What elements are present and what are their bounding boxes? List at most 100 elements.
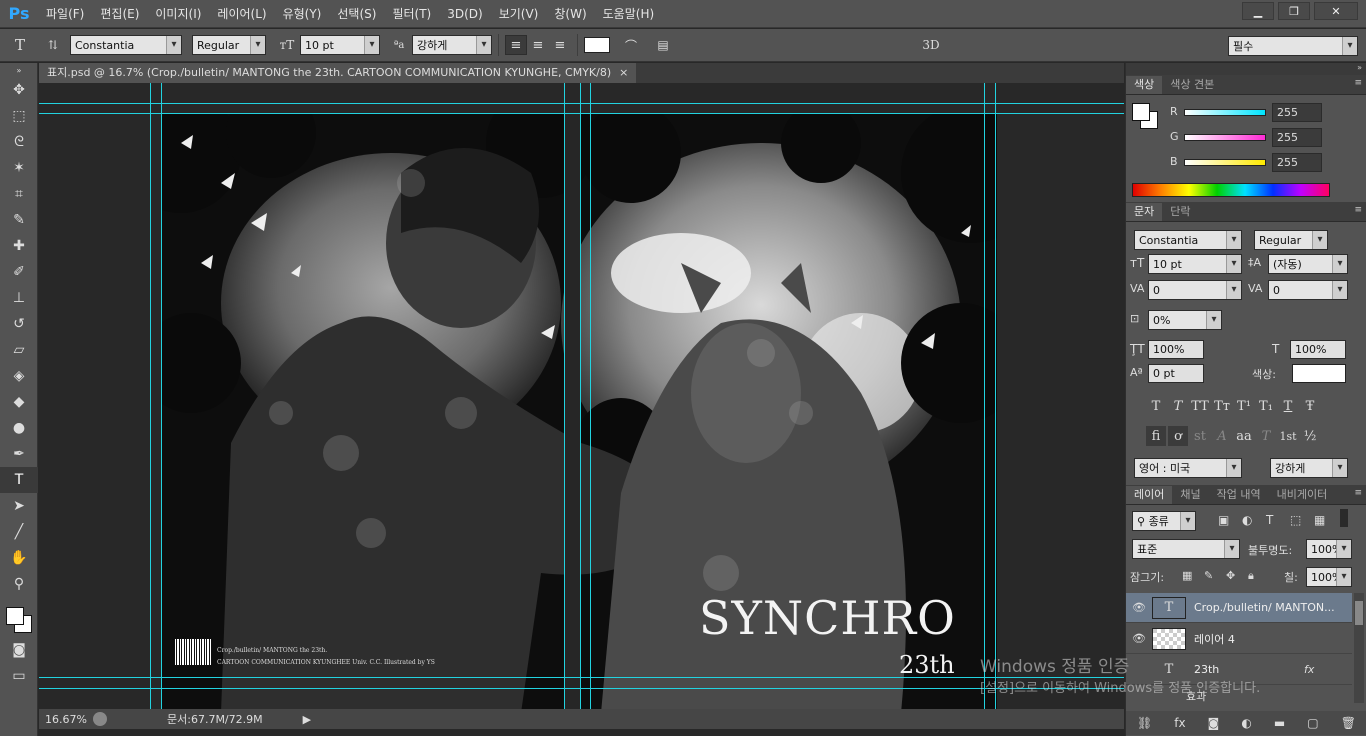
char-anti-alias-select[interactable]: 강하게	[1270, 458, 1348, 478]
layers-scrollbar[interactable]	[1354, 593, 1364, 703]
character-panel-icon[interactable]: ▤	[650, 32, 676, 58]
crop-tool-icon[interactable]: ⌗	[0, 181, 38, 207]
all-caps-button[interactable]: TT	[1190, 396, 1210, 416]
foreground-color[interactable]	[6, 607, 24, 625]
eye-icon[interactable]: 👁︎	[1126, 632, 1152, 645]
new-group-icon[interactable]: ▬	[1274, 716, 1285, 730]
eye-icon[interactable]: 👁︎	[1126, 601, 1152, 614]
tab-channels[interactable]: 채널	[1172, 486, 1208, 504]
filter-pixel-icon[interactable]: ▣	[1218, 513, 1229, 527]
small-caps-button[interactable]: Tт	[1212, 396, 1232, 416]
discretionary-ligatures-button[interactable]: ơ	[1168, 426, 1188, 446]
layer-name[interactable]: Crop./bulletin/ MANTON...	[1194, 601, 1344, 614]
line-tool-icon[interactable]: ╱	[0, 519, 38, 545]
menu-filter[interactable]: 필터(T)	[384, 0, 439, 28]
adjustment-layer-icon[interactable]: ◐	[1241, 716, 1251, 730]
dock-collapse-icon[interactable]: »	[1357, 63, 1362, 72]
filter-type-icon[interactable]: T	[1266, 513, 1273, 527]
align-center-button[interactable]: ≡	[527, 35, 549, 55]
dodge-tool-icon[interactable]: ●	[0, 415, 38, 441]
char-size-select[interactable]: 10 pt	[1148, 254, 1242, 274]
layer-row[interactable]: 👁︎ 레이어 4	[1126, 624, 1352, 654]
anti-alias-select[interactable]: 강하게	[412, 35, 492, 55]
font-size-select[interactable]: 10 pt	[300, 35, 380, 55]
layer-mask-icon[interactable]: ◙	[1208, 716, 1220, 730]
new-layer-icon[interactable]: ▢	[1307, 716, 1318, 730]
language-select[interactable]: 영어 : 미국	[1134, 458, 1242, 478]
menu-select[interactable]: 선택(S)	[329, 0, 384, 28]
fractions-button[interactable]: ½	[1300, 426, 1320, 446]
color-spectrum-bar[interactable]	[1132, 183, 1330, 197]
channel-r-value[interactable]: 255	[1272, 103, 1322, 122]
filter-adjustment-icon[interactable]: ◐	[1242, 513, 1252, 527]
panel-menu-icon[interactable]: ≡	[1354, 205, 1362, 215]
screen-mode-icon[interactable]: ▭	[0, 663, 38, 689]
eyedropper-tool-icon[interactable]: ✎	[0, 207, 38, 233]
filter-toggle[interactable]	[1340, 509, 1348, 527]
move-tool-icon[interactable]: ✥	[0, 77, 38, 103]
fill-select[interactable]: 100%	[1306, 567, 1352, 587]
superscript-button[interactable]: T¹	[1234, 396, 1254, 416]
menu-window[interactable]: 창(W)	[546, 0, 594, 28]
layer-name[interactable]: 레이어 4	[1194, 631, 1344, 647]
text-orientation-icon[interactable]: ⇅	[40, 32, 66, 58]
link-layers-icon[interactable]: ⛓︎	[1137, 716, 1152, 730]
faux-italic-button[interactable]: T	[1168, 396, 1188, 416]
menu-edit[interactable]: 편집(E)	[92, 0, 147, 28]
font-style-select[interactable]: Regular	[192, 35, 266, 55]
scrollbar-thumb[interactable]	[1355, 601, 1363, 625]
layer-filter-select[interactable]: ⚲ 종류	[1132, 511, 1196, 531]
lock-transparency-icon[interactable]: ▦	[1182, 569, 1192, 582]
warp-text-icon[interactable]: ⌒	[618, 32, 644, 58]
strikethrough-button[interactable]: Ŧ	[1300, 396, 1320, 416]
collapse-tools-icon[interactable]: »	[0, 63, 38, 77]
brush-tool-icon[interactable]: ✐	[0, 259, 38, 285]
menu-layer[interactable]: 레이어(L)	[209, 0, 274, 28]
stylistic-alternates-button[interactable]: A	[1212, 426, 1232, 446]
color-swatches[interactable]	[0, 597, 38, 637]
channel-b-slider[interactable]	[1184, 159, 1266, 166]
tab-character[interactable]: 문자	[1126, 203, 1163, 221]
pen-tool-icon[interactable]: ✒	[0, 441, 38, 467]
tab-history[interactable]: 작업 내역	[1209, 486, 1269, 504]
lock-position-icon[interactable]: ✥	[1226, 569, 1235, 582]
char-vscale-field[interactable]: 100%	[1148, 340, 1204, 359]
tab-layers[interactable]: 레이어	[1126, 486, 1173, 504]
char-font-style-select[interactable]: Regular	[1254, 230, 1328, 250]
tab-swatches[interactable]: 색상 견본	[1162, 76, 1222, 94]
char-tracking-select[interactable]: 0	[1268, 280, 1348, 300]
swash-button[interactable]: st	[1190, 426, 1210, 446]
cover-edition[interactable]: 23th	[899, 651, 955, 679]
lasso-tool-icon[interactable]: ᘓ	[0, 129, 38, 155]
layer-row[interactable]: 👁︎ T Crop./bulletin/ MANTON...	[1126, 593, 1352, 623]
menu-image[interactable]: 이미지(I)	[147, 0, 209, 28]
paint-bucket-tool-icon[interactable]: ◈	[0, 363, 38, 389]
char-hscale-field[interactable]: 100%	[1290, 340, 1346, 359]
ornaments-button[interactable]: T	[1256, 426, 1276, 446]
hand-tool-icon[interactable]: ✋	[0, 545, 38, 571]
titling-alternates-button[interactable]: aa	[1234, 426, 1254, 446]
status-arrow-icon[interactable]: ▶	[303, 713, 311, 726]
channel-b-value[interactable]: 255	[1272, 153, 1322, 172]
text-color-swatch[interactable]	[584, 37, 610, 53]
blend-mode-select[interactable]: 표준	[1132, 539, 1240, 559]
char-baseline-field[interactable]: 0 pt	[1148, 364, 1204, 383]
document-tab[interactable]: 표지.psd @ 16.7% (Crop./bulletin/ MANTONG …	[39, 63, 637, 83]
align-left-button[interactable]: ≡	[505, 35, 527, 55]
type-tool-preset-icon[interactable]: T	[0, 32, 40, 58]
close-tab-icon[interactable]: ×	[619, 63, 628, 83]
zoom-level[interactable]: 16.67%	[39, 713, 89, 726]
status-menu-icon[interactable]	[93, 712, 107, 726]
char-tsume-select[interactable]: 0%	[1148, 310, 1222, 330]
canvas-area[interactable]: Crop./bulletin/ MANTONG the 23th. CARTOO…	[39, 83, 1124, 709]
lock-image-icon[interactable]: ✎	[1204, 569, 1213, 582]
channel-r-slider[interactable]	[1184, 109, 1266, 116]
subscript-button[interactable]: T₁	[1256, 396, 1276, 416]
healing-brush-tool-icon[interactable]: ✚	[0, 233, 38, 259]
char-font-family-select[interactable]: Constantia	[1134, 230, 1242, 250]
menu-help[interactable]: 도움말(H)	[595, 0, 663, 28]
blur-tool-icon[interactable]: ◆	[0, 389, 38, 415]
panel-menu-icon[interactable]: ≡	[1354, 488, 1362, 498]
type-tool-icon[interactable]: T	[0, 467, 38, 493]
clone-stamp-tool-icon[interactable]: ⊥	[0, 285, 38, 311]
